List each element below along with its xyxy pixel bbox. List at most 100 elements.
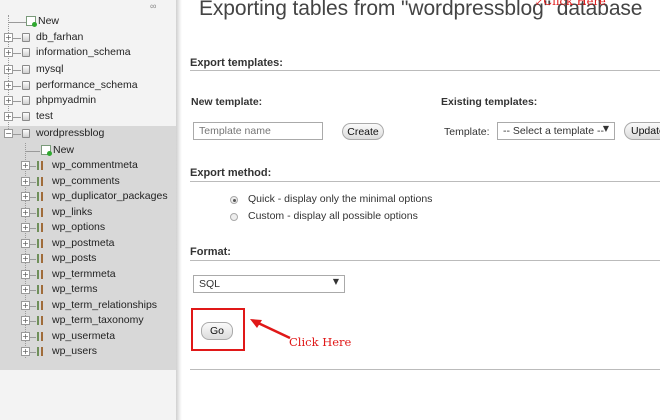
nav-table-wp-users[interactable]: + wp_users	[0, 344, 176, 359]
tree-line	[30, 290, 36, 291]
expand-icon[interactable]: +	[4, 48, 13, 57]
navigation-panel: ∞ New + db_farhan + information_schema +…	[0, 0, 176, 420]
expand-icon[interactable]: +	[21, 177, 30, 186]
nav-database-test[interactable]: + test	[0, 109, 176, 124]
main-content: Exporting tables from "wordpressblog" da…	[182, 0, 660, 420]
custom-option-label: Custom - display all possible options	[248, 210, 418, 222]
section-divider	[190, 369, 660, 370]
expand-icon[interactable]: +	[21, 161, 30, 170]
expand-icon[interactable]: +	[4, 65, 13, 74]
format-select[interactable]: SQL ▼	[193, 275, 345, 293]
expand-icon[interactable]: +	[21, 208, 30, 217]
template-select[interactable]: -- Select a template -- ▼	[497, 122, 615, 140]
format-heading: Format:	[190, 246, 231, 258]
expand-icon[interactable]: +	[21, 270, 30, 279]
nav-table-wp-usermeta[interactable]: + wp_usermeta	[0, 329, 176, 344]
database-icon	[22, 33, 30, 42]
nav-table-wp-terms[interactable]: + wp_terms	[0, 282, 176, 297]
nav-new-label: New	[53, 144, 75, 156]
columns-icon	[37, 223, 43, 232]
table-label: wp_term_relationships	[52, 299, 158, 311]
columns-icon	[37, 208, 43, 217]
quick-option-label: Quick - display only the minimal options	[248, 193, 433, 205]
columns-icon	[37, 301, 43, 310]
tree-line	[30, 228, 36, 229]
tree-line	[30, 321, 36, 322]
database-icon	[22, 96, 30, 105]
nav-database-wordpressblog[interactable]: − wordpressblog	[0, 126, 176, 141]
nav-database-performance-schema[interactable]: + performance_schema	[0, 78, 176, 93]
custom-radio[interactable]	[230, 213, 238, 221]
nav-database-phpmyadmin[interactable]: + phpmyadmin	[0, 93, 176, 108]
nav-table-wp-options[interactable]: + wp_options	[0, 220, 176, 235]
click-here-annotation-go: Click Here	[289, 335, 352, 349]
expand-icon[interactable]: +	[4, 112, 13, 121]
database-icon	[22, 81, 30, 90]
columns-icon	[37, 254, 43, 263]
tree-line	[30, 352, 36, 353]
nav-new-table[interactable]: New	[0, 143, 176, 158]
database-icon	[22, 48, 30, 57]
nav-table-wp-termmeta[interactable]: + wp_termmeta	[0, 267, 176, 282]
dropdown-arrow-icon: ▼	[602, 124, 609, 133]
expand-icon[interactable]: +	[21, 192, 30, 201]
new-template-label: New template:	[191, 96, 263, 108]
nav-table-wp-commentmeta[interactable]: + wp_commentmeta	[0, 158, 176, 173]
nav-database-db-farhan[interactable]: + db_farhan	[0, 30, 176, 45]
nav-new-database[interactable]: New	[0, 14, 176, 29]
nav-table-wp-term-taxonomy[interactable]: + wp_term_taxonomy	[0, 313, 176, 328]
tree-line	[13, 117, 21, 118]
tree-line	[30, 197, 36, 198]
section-divider	[190, 181, 660, 182]
nav-database-information-schema[interactable]: + information_schema	[0, 45, 176, 60]
nav-table-wp-duplicator-packages[interactable]: + wp_duplicator_packages	[0, 189, 176, 204]
template-name-input[interactable]	[193, 122, 323, 140]
tree-line	[30, 244, 36, 245]
existing-templates-label: Existing templates:	[441, 96, 538, 108]
template-label: Template:	[444, 126, 490, 138]
table-label: wp_usermeta	[52, 330, 116, 342]
collapse-icon[interactable]: −	[4, 129, 13, 138]
expand-icon[interactable]: +	[21, 332, 30, 341]
quick-radio[interactable]	[230, 196, 238, 204]
expand-icon[interactable]: +	[21, 301, 30, 310]
columns-icon	[37, 332, 43, 341]
click-here-annotation-top: ↙Click Here	[535, 0, 606, 8]
expand-icon[interactable]: +	[21, 285, 30, 294]
table-label: wp_comments	[52, 175, 120, 187]
columns-icon	[37, 347, 43, 356]
tree-line	[30, 306, 36, 307]
database-label: mysql	[36, 63, 64, 75]
tree-line	[30, 275, 36, 276]
database-label: performance_schema	[36, 79, 138, 91]
nav-table-wp-term-relationships[interactable]: + wp_term_relationships	[0, 298, 176, 313]
database-icon	[22, 65, 30, 74]
table-label: wp_posts	[52, 252, 97, 264]
expand-icon[interactable]: +	[21, 239, 30, 248]
nav-table-wp-posts[interactable]: + wp_posts	[0, 251, 176, 266]
expand-icon[interactable]: +	[4, 81, 13, 90]
expand-icon[interactable]: +	[4, 96, 13, 105]
expand-icon[interactable]: +	[4, 33, 13, 42]
expand-icon[interactable]: +	[21, 316, 30, 325]
columns-icon	[37, 239, 43, 248]
go-button[interactable]: Go	[201, 322, 233, 340]
arrow-annotation-icon	[250, 319, 291, 340]
expand-icon[interactable]: +	[21, 347, 30, 356]
nav-table-wp-links[interactable]: + wp_links	[0, 205, 176, 220]
tree-line	[30, 259, 36, 260]
template-select-value: -- Select a template --	[503, 125, 604, 137]
table-label: wp_termmeta	[52, 268, 116, 280]
expand-icon[interactable]: +	[21, 254, 30, 263]
tree-line	[30, 337, 36, 338]
update-button[interactable]: Update	[624, 122, 660, 140]
dropdown-arrow-icon: ▼	[332, 277, 339, 286]
database-icon	[22, 112, 30, 121]
create-button[interactable]: Create	[342, 123, 384, 140]
nav-database-mysql[interactable]: + mysql	[0, 62, 176, 77]
link-icon[interactable]: ∞	[150, 1, 156, 11]
nav-table-wp-comments[interactable]: + wp_comments	[0, 174, 176, 189]
nav-table-wp-postmeta[interactable]: + wp_postmeta	[0, 236, 176, 251]
table-label: wp_commentmeta	[52, 159, 138, 171]
expand-icon[interactable]: +	[21, 223, 30, 232]
